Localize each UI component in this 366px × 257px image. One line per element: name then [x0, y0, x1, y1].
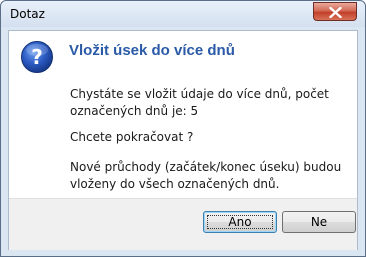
yes-button-label: Ano	[228, 215, 252, 229]
message-line-2: označených dnů je: 5	[70, 104, 199, 118]
message-line-1: Chystáte se vložit údaje do více dnů, po…	[70, 87, 329, 101]
close-button[interactable]	[313, 2, 357, 21]
no-button-label: Ne	[310, 215, 328, 229]
dialog-window: Dotaz ? Vložit úsek do více dnů Chystáte…	[0, 0, 366, 257]
window-title: Dotaz	[10, 7, 45, 21]
question-icon: ?	[20, 40, 54, 74]
dialog-content: ? Vložit úsek do více dnů Chystáte se vl…	[8, 30, 358, 250]
no-button[interactable]: Ne	[282, 211, 356, 233]
question-text: Chcete pokračovat ?	[70, 130, 194, 144]
button-bar: Ano Ne	[9, 198, 357, 250]
title-bar[interactable]: Dotaz	[1, 1, 365, 27]
yes-button[interactable]: Ano	[203, 211, 277, 233]
svg-text:?: ?	[31, 45, 43, 69]
dialog-heading: Vložit úsek do více dnů	[69, 42, 235, 59]
note-line-1: Nové průchody (začátek/konec úseku) budo…	[70, 160, 342, 174]
note-line-2: vloženy do všech označených dnů.	[70, 177, 280, 191]
close-icon	[329, 7, 342, 18]
